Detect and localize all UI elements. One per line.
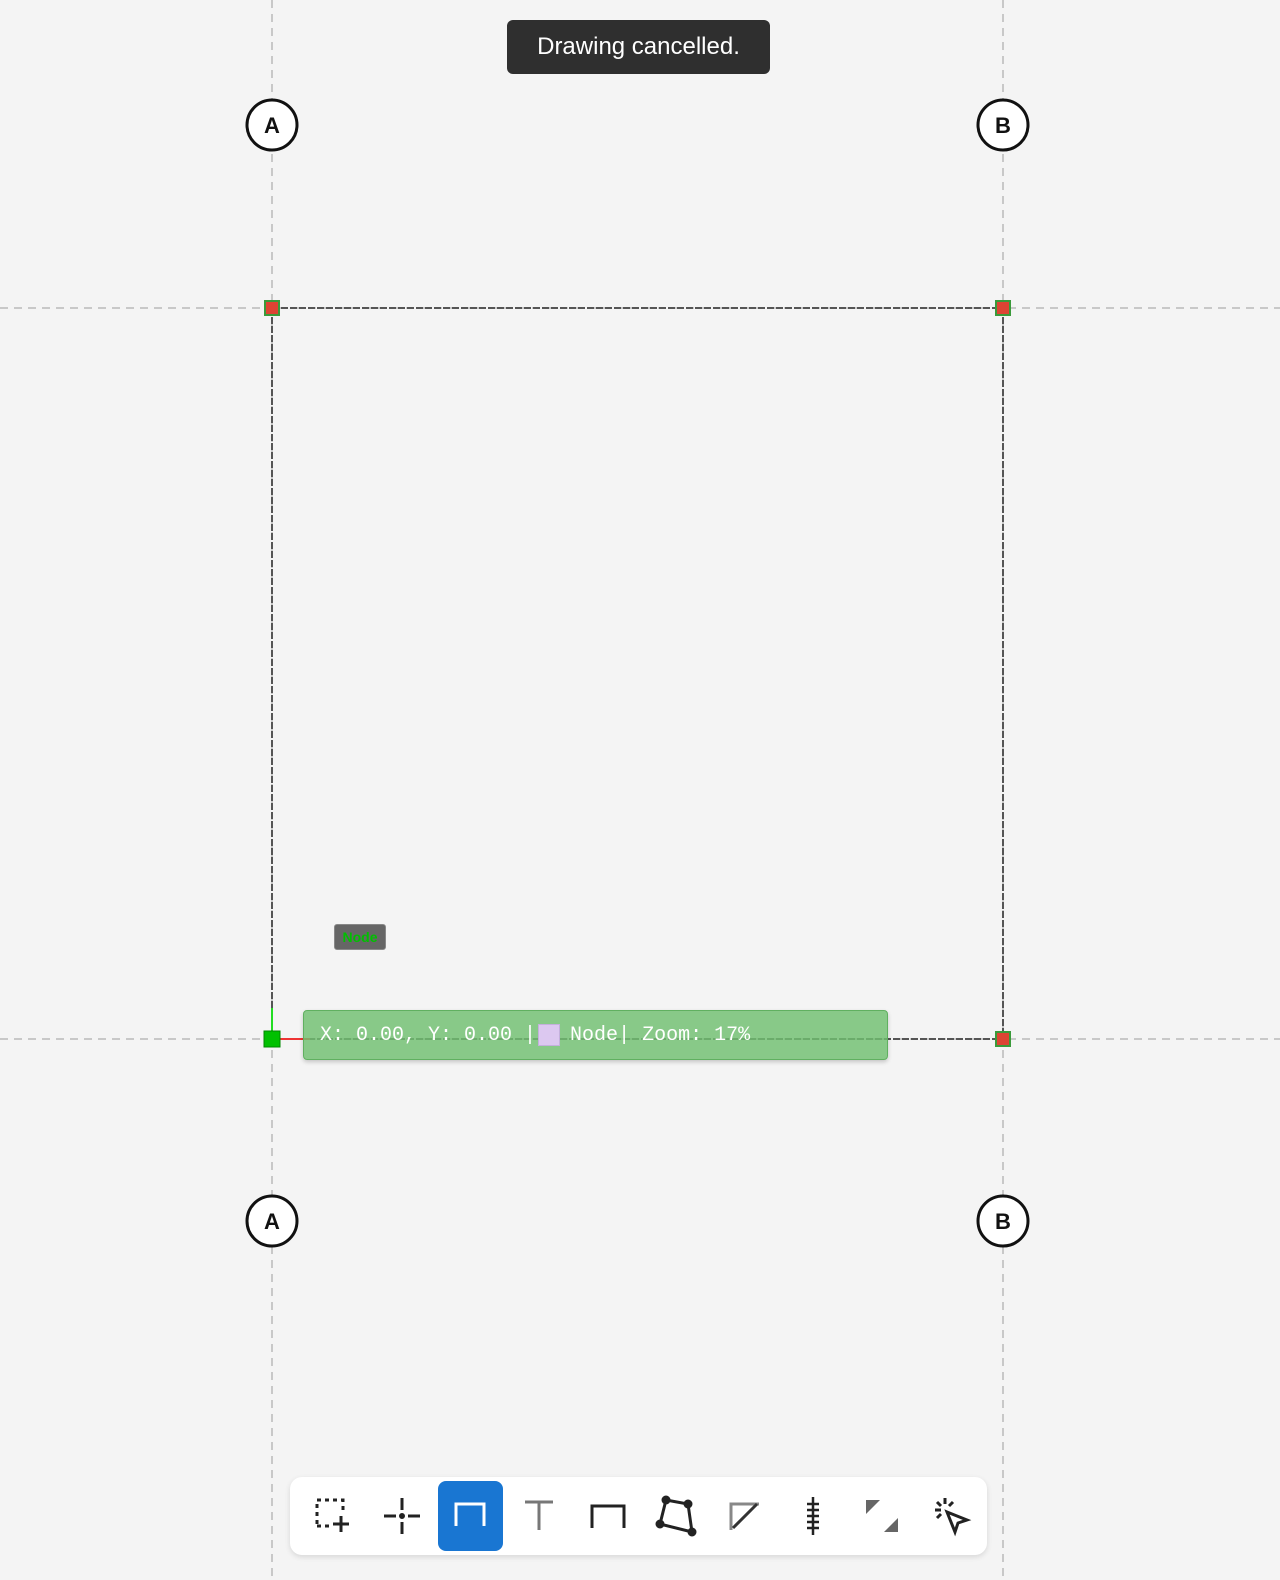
column-tool-button[interactable] [507, 1481, 572, 1551]
dimension-icon [807, 1497, 820, 1535]
node-hover-label: Node [334, 924, 386, 950]
bottom-toolbar [290, 1477, 987, 1555]
node-tool-button[interactable] [370, 1481, 435, 1551]
cursor-status-bar: X: 0.00, Y: 0.00 | Node | Zoom: 17% [303, 1010, 888, 1060]
dimension-tool-button[interactable] [781, 1481, 846, 1551]
node-marker-top-left[interactable] [264, 300, 280, 316]
drawing-canvas[interactable]: A B A B [0, 0, 1280, 1580]
brace-icon [729, 1502, 759, 1530]
cursor-click-icon [934, 1498, 971, 1537]
origin-node-marker[interactable] [263, 1030, 281, 1048]
frame-tool-button[interactable] [575, 1481, 640, 1551]
crosshair-icon [383, 1498, 420, 1534]
selection-add-icon [315, 1498, 350, 1532]
resize-tool-button[interactable] [850, 1481, 915, 1551]
snap-mode-label: Node [570, 1023, 619, 1047]
node-marker-top-right[interactable] [995, 300, 1011, 316]
grid-bubble-b-top-label: B [995, 113, 1011, 138]
grid-bubble-a-bottom-label: A [264, 1209, 280, 1234]
toast-notification: Drawing cancelled. [507, 20, 770, 74]
resize-icon [866, 1500, 899, 1532]
beam-tool-button[interactable] [438, 1481, 503, 1551]
polygon-icon [655, 1495, 697, 1537]
zoom-level: | Zoom: 17% [618, 1023, 751, 1047]
add-selection-tool-button[interactable] [301, 1481, 366, 1551]
brace-tool-button[interactable] [713, 1481, 778, 1551]
grid-bubble-a-top-label: A [264, 113, 280, 138]
beam-icon [454, 1502, 486, 1526]
grid-bubble-b-bottom-label: B [995, 1209, 1011, 1234]
select-tool-button[interactable] [918, 1481, 983, 1551]
cursor-coordinates: X: 0.00, Y: 0.00 | [320, 1023, 537, 1047]
node-marker-bottom-right[interactable] [995, 1031, 1011, 1047]
t-column-icon [525, 1500, 554, 1530]
frame-icon [590, 1504, 626, 1528]
polygon-tool-button[interactable] [644, 1481, 709, 1551]
mode-color-swatch [538, 1024, 561, 1046]
